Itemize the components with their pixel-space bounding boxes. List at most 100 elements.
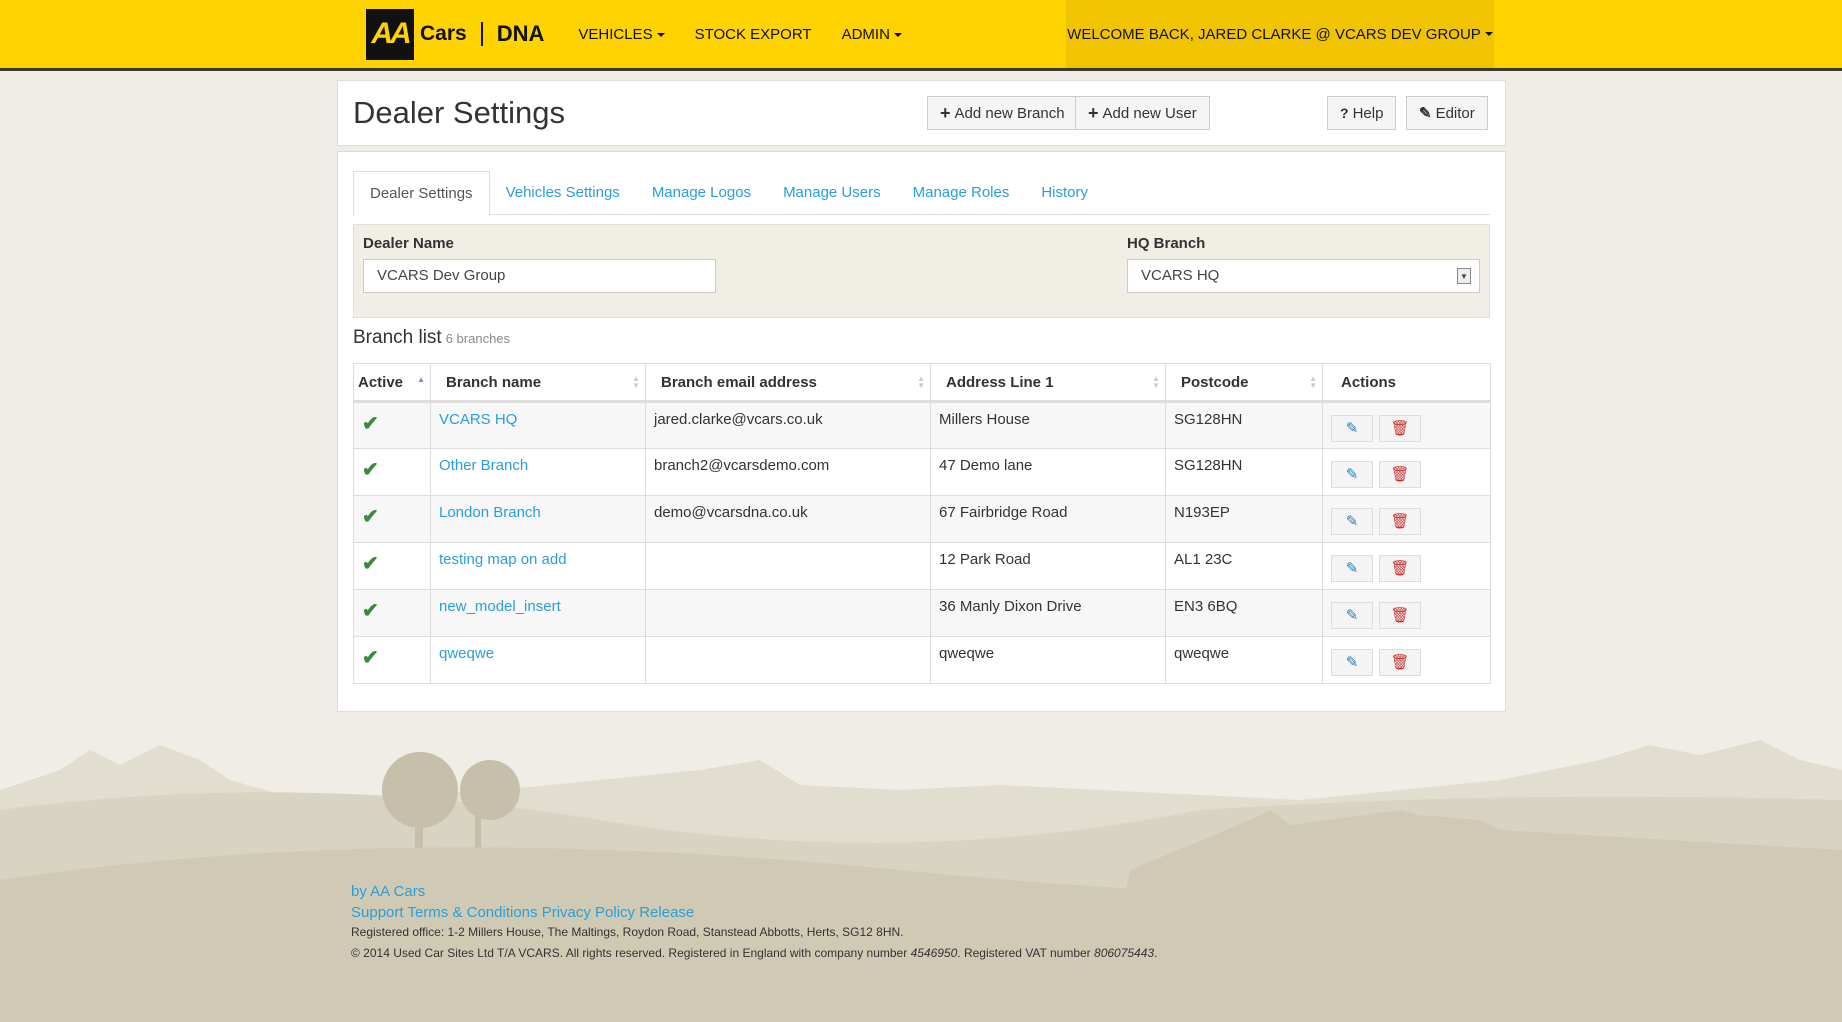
column-active[interactable]: Active▲ (354, 364, 431, 402)
branch-name-link[interactable]: new_model_insert (439, 598, 561, 615)
nav-label: ADMIN (842, 26, 890, 43)
column-label: Branch name (446, 374, 541, 391)
column-branch-name[interactable]: Branch name ▲▼ (431, 364, 646, 402)
table-row: ✔ Other Branch branch2@vcarsdemo.com 47 … (354, 449, 1491, 496)
column-address[interactable]: Address Line 1▲▼ (931, 364, 1166, 402)
pencil-icon: ✎ (1346, 607, 1359, 624)
address-cell: 47 Demo lane (931, 449, 1166, 496)
nav-stock-export[interactable]: STOCK EXPORT (695, 26, 812, 43)
by-aa-cars-link[interactable]: by AA Cars (351, 883, 425, 900)
column-actions: Actions (1323, 364, 1491, 402)
plus-icon: + (940, 103, 951, 124)
dealer-form: Dealer Name VCARS Dev Group HQ Branch VC… (353, 224, 1490, 318)
button-label: Editor (1436, 105, 1475, 122)
edit-branch-button[interactable]: ✎ (1331, 508, 1373, 535)
trash-icon: 🗑︎ (1390, 420, 1409, 437)
logo-divider (481, 22, 483, 46)
tab-manage-users[interactable]: Manage Users (767, 171, 897, 214)
postcode-cell: AL1 23C (1166, 543, 1323, 590)
delete-branch-button[interactable]: 🗑︎ (1379, 461, 1421, 488)
branch-name-link[interactable]: London Branch (439, 504, 541, 521)
delete-branch-button[interactable]: 🗑︎ (1379, 555, 1421, 582)
active-cell: ✔ (354, 402, 431, 449)
delete-branch-button[interactable]: 🗑︎ (1379, 508, 1421, 535)
branch-name-cell: testing map on add (431, 543, 646, 590)
email-cell: jared.clarke@vcars.co.uk (646, 402, 931, 449)
branch-name-link[interactable]: Other Branch (439, 457, 528, 474)
branch-count: 6 branches (446, 331, 510, 346)
release-link[interactable]: Release (639, 904, 694, 921)
tab-manage-logos[interactable]: Manage Logos (636, 171, 767, 214)
email-cell: demo@vcarsdna.co.uk (646, 496, 931, 543)
dealer-name-label: Dealer Name (363, 235, 454, 252)
column-email[interactable]: Branch email address ▲▼ (646, 364, 931, 402)
trash-icon: 🗑︎ (1390, 607, 1409, 624)
pencil-icon: ✎ (1346, 654, 1359, 671)
plus-icon: + (1088, 103, 1099, 124)
branch-table: Active▲ Branch name ▲▼ Branch email addre… (353, 363, 1491, 684)
branch-name-link[interactable]: qweqwe (439, 645, 494, 662)
edit-branch-button[interactable]: ✎ (1331, 649, 1373, 676)
company-number: 4546950 (911, 946, 958, 960)
delete-branch-button[interactable]: 🗑︎ (1379, 649, 1421, 676)
email-cell (646, 637, 931, 684)
column-label: Branch email address (661, 374, 817, 391)
tab-dealer-settings[interactable]: Dealer Settings (353, 171, 490, 216)
trash-icon: 🗑︎ (1390, 560, 1409, 577)
edit-branch-button[interactable]: ✎ (1331, 555, 1373, 582)
tab-manage-roles[interactable]: Manage Roles (897, 171, 1026, 214)
column-label: Address Line 1 (946, 374, 1054, 391)
postcode-cell: N193EP (1166, 496, 1323, 543)
footer: by AA Cars Support Terms & Conditions Pr… (351, 883, 1157, 967)
page-header: Dealer Settings +Add new Branch +Add new… (337, 80, 1506, 146)
actions-cell: ✎ 🗑︎ (1323, 637, 1491, 684)
terms-link[interactable]: Terms & Conditions (407, 904, 537, 921)
postcode-cell: EN3 6BQ (1166, 590, 1323, 637)
branch-list-heading: Branch list6 branches (353, 327, 510, 349)
editor-button[interactable]: ✎Editor (1406, 96, 1488, 130)
branch-name-cell: London Branch (431, 496, 646, 543)
hq-branch-value: VCARS HQ (1141, 267, 1219, 284)
nav-admin[interactable]: ADMIN (842, 26, 902, 43)
postcode-cell: SG128HN (1166, 402, 1323, 449)
nav-vehicles[interactable]: VEHICLES (578, 26, 664, 43)
logo[interactable]: AA Cars DNA (366, 9, 544, 60)
actions-cell: ✎ 🗑︎ (1323, 496, 1491, 543)
delete-branch-button[interactable]: 🗑︎ (1379, 602, 1421, 629)
hq-branch-select[interactable]: VCARS HQ ▼ (1127, 259, 1480, 293)
actions-cell: ✎ 🗑︎ (1323, 543, 1491, 590)
table-row: ✔ testing map on add 12 Park Road AL1 23… (354, 543, 1491, 590)
address-cell: qweqwe (931, 637, 1166, 684)
tab-history[interactable]: History (1025, 171, 1104, 214)
edit-branch-button[interactable]: ✎ (1331, 602, 1373, 629)
column-label: Active (358, 374, 403, 391)
help-button[interactable]: ?Help (1327, 96, 1396, 130)
trash-icon: 🗑︎ (1390, 513, 1409, 530)
pencil-icon: ✎ (1346, 513, 1359, 530)
add-user-button[interactable]: +Add new User (1075, 96, 1210, 130)
table-row: ✔ VCARS HQ jared.clarke@vcars.co.uk Mill… (354, 402, 1491, 449)
add-branch-button[interactable]: +Add new Branch (927, 96, 1078, 130)
pencil-icon: ✎ (1419, 104, 1432, 122)
branch-name-cell: new_model_insert (431, 590, 646, 637)
privacy-link[interactable]: Privacy Policy (542, 904, 635, 921)
tab-vehicles-settings[interactable]: Vehicles Settings (490, 171, 636, 214)
support-link[interactable]: Support (351, 904, 404, 921)
delete-branch-button[interactable]: 🗑︎ (1379, 415, 1421, 442)
logo-cars: Cars (420, 22, 467, 46)
edit-branch-button[interactable]: ✎ (1331, 461, 1373, 488)
sort-icon: ▲▼ (632, 375, 640, 389)
user-menu[interactable]: WELCOME BACK, JARED CLARKE @ VCARS DEV G… (1066, 0, 1494, 68)
vat-text: . Registered VAT number (957, 946, 1094, 960)
column-postcode[interactable]: Postcode▲▼ (1166, 364, 1323, 402)
trash-icon: 🗑︎ (1390, 466, 1409, 483)
pencil-icon: ✎ (1346, 466, 1359, 483)
postcode-cell: qweqwe (1166, 637, 1323, 684)
branch-name-link[interactable]: testing map on add (439, 551, 567, 568)
sort-icon: ▲▼ (917, 375, 925, 389)
branch-name-link[interactable]: VCARS HQ (439, 411, 517, 428)
dropdown-arrow-icon: ▼ (1457, 268, 1471, 284)
dealer-name-input[interactable]: VCARS Dev Group (363, 259, 716, 293)
button-label: Help (1353, 105, 1384, 122)
edit-branch-button[interactable]: ✎ (1331, 415, 1373, 442)
